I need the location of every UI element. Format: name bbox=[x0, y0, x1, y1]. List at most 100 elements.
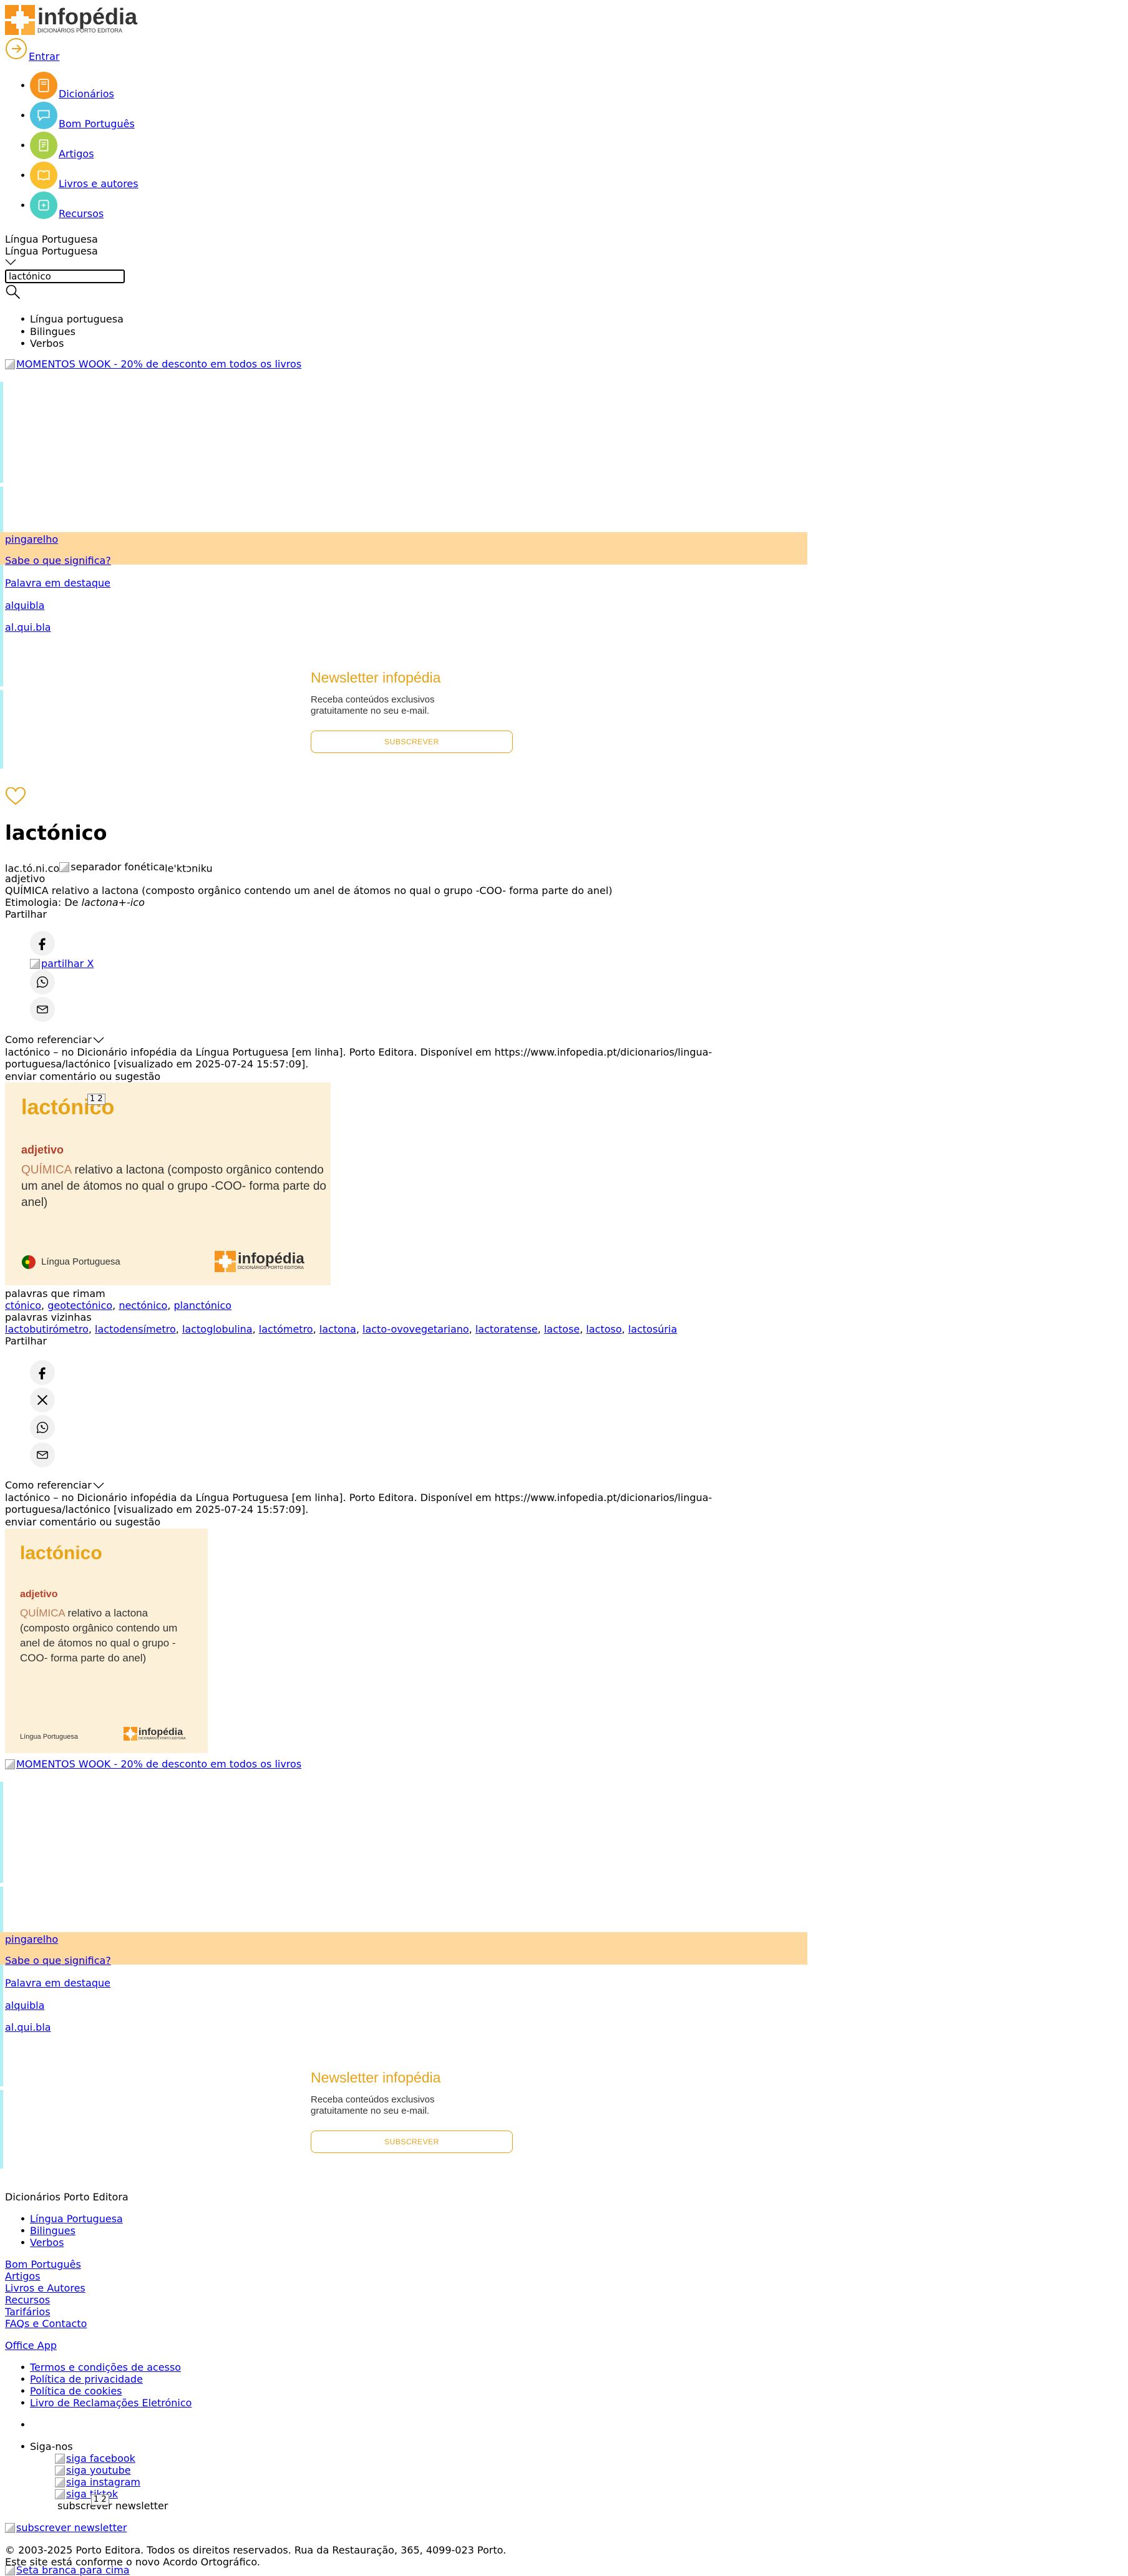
featured-word-link[interactable]: pingarelho bbox=[5, 533, 58, 545]
footer-link[interactable]: Bom Português bbox=[5, 2258, 81, 2270]
card-domain: QUÍMICA bbox=[20, 1607, 65, 1619]
rimam-word[interactable]: ctónico bbox=[5, 1300, 41, 1311]
entry-definition: QUÍMICA relativo a lactona (composto org… bbox=[5, 885, 613, 897]
heart-icon[interactable] bbox=[5, 787, 26, 806]
site-logo[interactable]: infopédia DICIONÁRIOS PORTO EDITORA bbox=[5, 5, 137, 35]
ad-banner-link[interactable]: MOMENTOS WOOK - 20% de desconto em todos… bbox=[5, 358, 301, 370]
cite-toggle[interactable]: Como referenciar bbox=[5, 1034, 104, 1046]
subscribe-newsletter-link[interactable]: subscrever newsletter bbox=[5, 2522, 127, 2534]
footer-legal-link[interactable]: Política de privacidade bbox=[21, 2373, 143, 2385]
footer-office-app[interactable]: Office App bbox=[5, 2340, 57, 2351]
ad-banner-link[interactable]: MOMENTOS WOOK - 20% de desconto em todos… bbox=[5, 1758, 301, 1770]
share-x-link[interactable]: partilhar X bbox=[30, 958, 94, 970]
email-icon bbox=[30, 997, 55, 1022]
social-facebook-link[interactable]: siga facebook bbox=[55, 2452, 135, 2464]
vizinha-word[interactable]: lactose bbox=[544, 1323, 580, 1335]
comment-link[interactable]: enviar comentário ou sugestão bbox=[5, 1071, 160, 1082]
nav-label[interactable]: Livros e autores bbox=[59, 178, 139, 190]
vizinha-word[interactable]: lacto-ovovegetariano bbox=[362, 1323, 469, 1335]
share-email[interactable] bbox=[30, 997, 55, 1022]
sabe-link[interactable]: Sabe o que significa? bbox=[5, 1955, 111, 1966]
vizinha-word[interactable]: lactoso bbox=[586, 1323, 621, 1335]
sabe-link[interactable]: Sabe o que significa? bbox=[5, 555, 111, 566]
nav-item-artigos[interactable]: Artigos bbox=[30, 132, 94, 160]
vizinha-word[interactable]: lactodensímetro bbox=[95, 1323, 176, 1335]
vizinha-word[interactable]: lactoglobulina bbox=[182, 1323, 253, 1335]
featured-word-bar bbox=[0, 532, 807, 565]
nav-item-bom-portugues[interactable]: Bom Português bbox=[30, 102, 135, 130]
copyright: © 2003-2025 Porto Editora. Todos os dire… bbox=[5, 2544, 507, 2556]
newsletter-subscribe-button[interactable]: SUBSCREVER bbox=[311, 731, 513, 753]
footer-legal-link[interactable]: Termos e condições de acesso bbox=[21, 2361, 181, 2373]
vizinha-word[interactable]: lactosúria bbox=[628, 1323, 677, 1335]
destaque-syllables-link[interactable]: al.qui.bla bbox=[5, 621, 51, 633]
destaque-word-link[interactable]: alquibla bbox=[5, 600, 44, 611]
ad-slot bbox=[0, 487, 3, 686]
footer-link[interactable]: Recursos bbox=[5, 2294, 50, 2306]
newsletter-subscribe-button[interactable]: SUBSCREVER bbox=[311, 2131, 513, 2153]
nav-label[interactable]: Artigos bbox=[59, 148, 94, 160]
search-icon[interactable] bbox=[5, 284, 21, 300]
share-facebook[interactable] bbox=[30, 931, 55, 956]
footer-dict-link[interactable]: Bilingues bbox=[21, 2225, 75, 2237]
search-option[interactable]: Verbos bbox=[21, 338, 64, 349]
share-whatsapp[interactable] bbox=[30, 1415, 55, 1440]
nav-label[interactable]: Bom Português bbox=[59, 118, 135, 130]
share-whatsapp[interactable] bbox=[30, 970, 55, 994]
footer-link[interactable]: Artigos bbox=[5, 2270, 41, 2282]
nav-item-recursos[interactable]: Recursos bbox=[30, 192, 104, 220]
destaque-syllables-link[interactable]: al.qui.bla bbox=[5, 2021, 51, 2033]
entry-definition-text: relativo a lactona (composto orgânico co… bbox=[51, 885, 613, 897]
footer-link[interactable]: Tarifários bbox=[5, 2306, 51, 2318]
destaque-word-link[interactable]: alquibla bbox=[5, 2000, 44, 2011]
footer-newsletter-item[interactable]: subscrever newsletter bbox=[57, 2500, 168, 2512]
share-facebook[interactable] bbox=[30, 1360, 55, 1385]
portugal-flag-icon bbox=[22, 1255, 36, 1269]
nav-item-dicionarios[interactable]: Dicionários bbox=[30, 72, 114, 100]
card-language: Língua Portuguesa bbox=[21, 1255, 120, 1270]
cite-toggle[interactable]: Como referenciar bbox=[5, 1479, 104, 1491]
footer-dict-link[interactable]: Língua Portuguesa bbox=[21, 2213, 123, 2225]
login-label[interactable]: Entrar bbox=[29, 51, 59, 62]
card-pager[interactable]: 1 2 bbox=[87, 1094, 105, 1105]
nav-label[interactable]: Recursos bbox=[59, 208, 104, 220]
social-youtube-link[interactable]: siga youtube bbox=[55, 2464, 131, 2476]
ad-banner-alt: MOMENTOS WOOK - 20% de desconto em todos… bbox=[16, 358, 302, 370]
chevron-down-icon bbox=[93, 1482, 104, 1489]
footer-legal-link[interactable]: Política de cookies bbox=[21, 2385, 122, 2397]
destaque-link[interactable]: Palavra em destaque bbox=[5, 577, 110, 589]
etymology-suffix: +-ico bbox=[118, 897, 145, 908]
nav-label[interactable]: Dicionários bbox=[59, 88, 114, 100]
destaque-link[interactable]: Palavra em destaque bbox=[5, 1977, 110, 1989]
card-language-label: Língua Portuguesa bbox=[41, 1256, 120, 1267]
social-instagram-link[interactable]: siga instagram bbox=[55, 2476, 140, 2488]
footer-dict-link[interactable]: Verbos bbox=[21, 2237, 64, 2248]
chevron-down-icon[interactable] bbox=[5, 258, 16, 266]
share-email[interactable] bbox=[30, 1442, 55, 1467]
back-to-top-link[interactable]: Seta branca para cima bbox=[5, 2564, 130, 2576]
footer-pager[interactable]: 1 2 bbox=[91, 2494, 109, 2506]
card-pos: adjetivo bbox=[20, 1589, 58, 1600]
vizinha-word[interactable]: lactómetro bbox=[259, 1323, 313, 1335]
vizinha-word[interactable]: lactoratense bbox=[475, 1323, 538, 1335]
nav-item-livros-autores[interactable]: Livros e autores bbox=[30, 162, 139, 190]
footer-legal-link[interactable]: Livro de Reclamações Eletrónico bbox=[21, 2397, 192, 2409]
login-link[interactable]: Entrar bbox=[5, 37, 59, 62]
rimam-word[interactable]: nectónico bbox=[119, 1300, 167, 1311]
entry-phonetic: le'ktɔniku bbox=[165, 862, 213, 875]
rimam-word[interactable]: planctónico bbox=[174, 1300, 232, 1311]
search-option[interactable]: Língua portuguesa bbox=[21, 313, 124, 325]
footer-link[interactable]: Livros e Autores bbox=[5, 2282, 85, 2294]
vizinha-word[interactable]: lactobutirómetro bbox=[5, 1323, 89, 1335]
dictionary-select-label[interactable]: Língua Portuguesa bbox=[5, 233, 98, 245]
vizinha-word[interactable]: lactona bbox=[319, 1323, 356, 1335]
search-input[interactable] bbox=[5, 270, 125, 283]
featured-word-bar bbox=[0, 1932, 807, 1965]
share-x[interactable] bbox=[30, 1388, 55, 1412]
comment-link[interactable]: enviar comentário ou sugestão bbox=[5, 1516, 160, 1528]
search-option[interactable]: Bilingues bbox=[21, 326, 75, 338]
featured-word-link[interactable]: pingarelho bbox=[5, 1933, 58, 1945]
footer-link[interactable]: FAQs e Contacto bbox=[5, 2318, 87, 2330]
logo-icon bbox=[215, 1251, 236, 1272]
rimam-word[interactable]: geotectónico bbox=[47, 1300, 112, 1311]
